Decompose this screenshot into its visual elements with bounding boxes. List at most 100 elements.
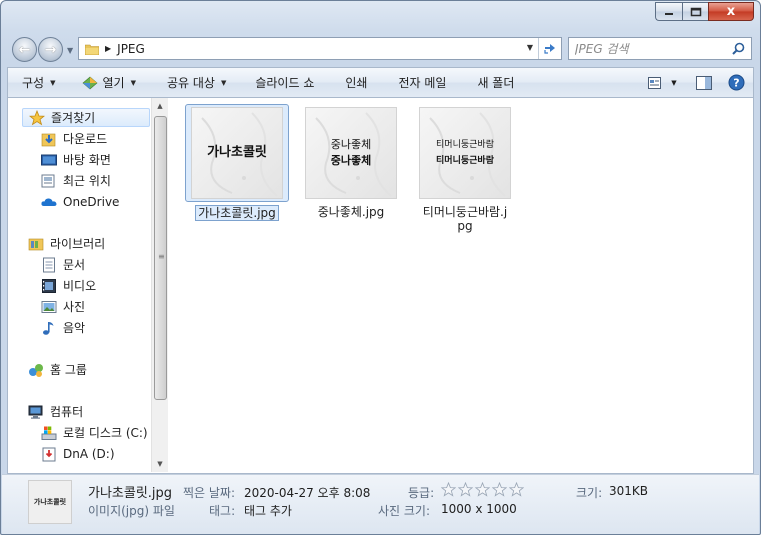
new-folder-button[interactable]: 새 폴더 — [455, 68, 523, 97]
recent-pages-dropdown[interactable]: ▼ — [67, 46, 73, 55]
local-disk-icon — [41, 425, 57, 441]
caption-buttons: x — [655, 2, 754, 21]
scrollbar-thumb[interactable]: ≡ — [154, 116, 167, 400]
maximize-icon — [690, 7, 701, 16]
star-icon[interactable] — [441, 482, 456, 497]
music-icon — [41, 320, 57, 336]
sidebar-item-computer[interactable]: 컴퓨터 — [28, 402, 83, 421]
rating-label: 등급: — [408, 486, 435, 500]
star-icon[interactable] — [458, 482, 473, 497]
details-thumbnail: 가나초콜릿 — [28, 480, 72, 524]
slideshow-button[interactable]: 슬라이드 쇼 — [235, 68, 323, 97]
image-thumbnail: 중나좋체 중나좋체 — [305, 107, 397, 199]
thumbnail-text-line-2: 중나좋체 — [330, 154, 372, 167]
star-icon[interactable] — [492, 482, 507, 497]
email-button[interactable]: 전자 메일 — [376, 68, 455, 97]
minimize-button[interactable] — [655, 2, 682, 21]
search-box[interactable] — [568, 37, 752, 60]
date-taken-label: 찍은 날짜: — [183, 486, 236, 500]
file-name[interactable]: 중나좋체.jpg — [316, 205, 387, 219]
file-name[interactable]: 가나초콜릿.jpg — [195, 205, 279, 221]
thumbnail-text-line-2: 티머니둥근바람 — [436, 156, 494, 166]
forward-button[interactable]: → — [38, 37, 63, 62]
rating-stars[interactable] — [441, 482, 524, 497]
size-label: 크기: — [576, 486, 603, 500]
pictures-icon — [41, 299, 57, 315]
sidebar-item-documents[interactable]: 문서 — [41, 255, 85, 274]
maximize-button[interactable] — [682, 2, 708, 21]
sidebar-item-recent-places[interactable]: 최근 위치 — [41, 171, 111, 190]
open-menu[interactable]: 열기 ▼ — [64, 68, 144, 97]
sidebar-item-label: 사진 — [63, 300, 86, 314]
sidebar-item-pictures[interactable]: 사진 — [41, 297, 85, 316]
toolbar-right: ▼ ? — [639, 68, 747, 97]
date-taken-value[interactable]: 2020-04-27 오후 8:08 — [244, 484, 370, 501]
documents-icon — [41, 257, 57, 273]
sidebar-item-homegroup[interactable]: 홈 그룹 — [28, 360, 87, 379]
dimensions-label: 사진 크기: — [378, 504, 431, 518]
chevron-down-icon: ▼ — [130, 78, 136, 87]
organize-menu[interactable]: 구성 ▼ — [8, 68, 64, 97]
refresh-icon — [543, 44, 555, 54]
desktop-icon — [41, 152, 57, 168]
sidebar-item-drive-d[interactable]: DnA (D:) — [41, 444, 115, 463]
sidebar-item-favorites[interactable]: 즐겨찾기 — [22, 108, 150, 127]
scroll-down-icon[interactable]: ▼ — [152, 456, 168, 472]
close-button[interactable]: x — [708, 2, 754, 21]
sidebar-item-label: 음악 — [63, 321, 86, 335]
share-with-label: 공유 대상 — [166, 76, 215, 90]
print-button[interactable]: 인쇄 — [323, 68, 376, 97]
forward-arrow-icon: → — [44, 41, 57, 58]
thumbnail-frame: 가나초콜릿 — [185, 104, 289, 202]
file-item[interactable]: 가나초콜릿 가나초콜릿.jpg — [185, 104, 289, 221]
sidebar-item-local-disk-c[interactable]: 로컬 디스크 (C:) — [41, 423, 148, 442]
sidebar-item-label: 최근 위치 — [63, 174, 111, 188]
file-item[interactable]: 중나좋체 중나좋체 중나좋체.jpg — [299, 104, 403, 219]
svg-text:?: ? — [733, 77, 739, 90]
library-icon — [28, 236, 44, 252]
sidebar-item-music[interactable]: 음악 — [41, 318, 85, 337]
share-with-menu[interactable]: 공유 대상 ▼ — [145, 68, 235, 97]
new-folder-label: 새 폴더 — [477, 76, 515, 90]
chevron-down-icon: ▼ — [671, 78, 677, 87]
recent-places-icon — [41, 173, 57, 189]
sidebar-item-libraries[interactable]: 라이브러리 — [28, 234, 105, 253]
breadcrumb-separator-icon[interactable]: ▶ — [105, 44, 111, 53]
thumbnail-text-line-1: 티머니둥근바람 — [436, 140, 494, 150]
scroll-up-icon[interactable]: ▲ — [152, 98, 168, 114]
sidebar-item-videos[interactable]: 비디오 — [41, 276, 96, 295]
view-options-dropdown[interactable]: ▼ — [669, 73, 679, 93]
image-thumbnail: 가나초콜릿 — [191, 107, 283, 199]
explorer-window: x ← → ▼ ▶ JPEG ▼ JPEG 검색 구성 ▼ 열기 ▼ 공유 대상… — [0, 0, 761, 535]
back-button[interactable]: ← — [12, 37, 37, 62]
star-icon — [29, 109, 45, 126]
open-label: 열기 — [102, 76, 125, 90]
preview-pane-button[interactable] — [693, 73, 715, 93]
chevron-down-icon: ▼ — [50, 78, 56, 87]
address-dropdown-icon[interactable]: ▼ — [527, 43, 533, 52]
sidebar-item-label: 즐겨찾기 — [51, 111, 96, 125]
search-icon[interactable] — [732, 42, 745, 55]
sidebar-item-label: 다운로드 — [63, 132, 108, 146]
rating-stars-group[interactable] — [441, 482, 524, 497]
star-icon[interactable] — [509, 482, 524, 497]
thumbnail-text: 가나초콜릿 — [207, 145, 267, 160]
details-file-name: 가나초콜릿.jpg — [88, 486, 173, 501]
star-icon[interactable] — [475, 482, 490, 497]
refresh-button[interactable] — [538, 38, 561, 59]
search-input[interactable] — [575, 39, 725, 58]
sidebar-item-desktop[interactable]: 바탕 화면 — [41, 150, 111, 169]
sidebar-item-downloads[interactable]: 다운로드 — [41, 129, 107, 148]
help-button[interactable]: ? — [725, 73, 747, 93]
tags-value[interactable]: 태그 추가 — [244, 502, 292, 519]
sidebar-item-onedrive[interactable]: OneDrive — [41, 192, 119, 211]
navigation-scrollbar[interactable]: ▲ ≡ ▼ — [151, 98, 168, 472]
change-view-button[interactable] — [645, 73, 667, 93]
tags-label: 태그: — [209, 504, 236, 518]
breadcrumb-jpeg[interactable]: JPEG — [117, 42, 145, 56]
file-item[interactable]: 티머니둥근바람 티머니둥근바람 티머니둥근바람.jpg — [413, 104, 517, 233]
file-name[interactable]: 티머니둥근바람.jpg — [417, 205, 513, 233]
video-icon — [41, 278, 57, 294]
address-bar[interactable]: ▶ JPEG ▼ — [78, 37, 562, 60]
chevron-down-icon: ▼ — [220, 78, 227, 87]
